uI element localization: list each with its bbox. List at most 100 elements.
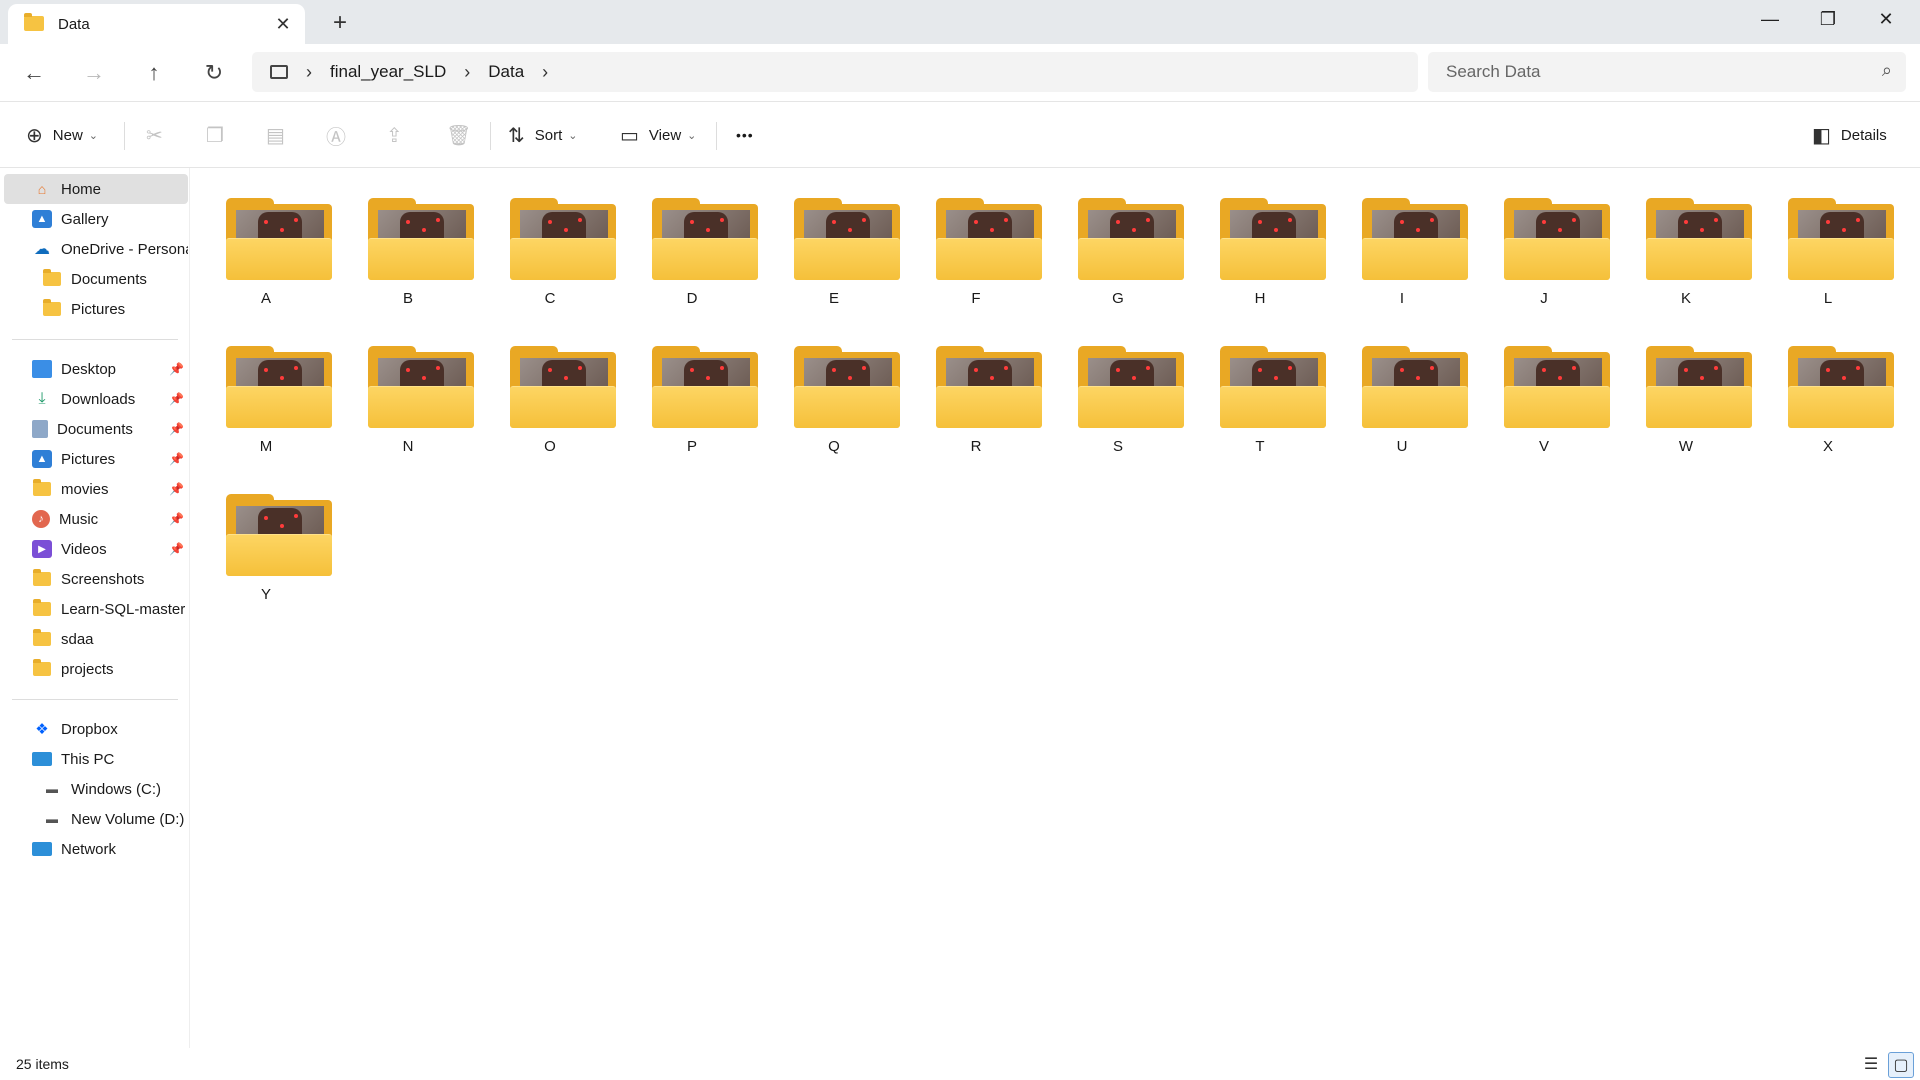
folder-item[interactable]: H bbox=[1190, 170, 1330, 310]
close-tab-icon[interactable]: ✕ bbox=[271, 12, 295, 36]
restore-button[interactable]: ❐ bbox=[1800, 0, 1856, 40]
folder-item[interactable]: D bbox=[622, 170, 762, 310]
rename-button[interactable]: Ⓐ bbox=[326, 118, 356, 152]
sidebar-item-drive-d[interactable]: ▬ New Volume (D:) bbox=[4, 804, 188, 834]
sidebar-item-onedrive[interactable]: ☁ OneDrive - Personal bbox=[4, 234, 188, 264]
folder-icon bbox=[32, 569, 52, 588]
sidebar-label: Desktop bbox=[61, 360, 117, 378]
sidebar-item-desktop[interactable]: Desktop 📌 bbox=[4, 354, 188, 384]
delete-button[interactable]: 🗑 bbox=[446, 118, 481, 152]
sidebar-item-learn-sql-master[interactable]: Learn-SQL-master bbox=[4, 594, 188, 624]
folder-item[interactable]: K bbox=[1616, 170, 1756, 310]
folder-item[interactable]: L bbox=[1758, 170, 1898, 310]
sidebar-item-movies[interactable]: movies 📌 bbox=[4, 474, 188, 504]
paste-button[interactable]: ▤ bbox=[266, 118, 295, 152]
breadcrumb-data[interactable]: Data bbox=[488, 62, 524, 82]
new-tab-button[interactable]: + bbox=[326, 10, 354, 38]
sidebar-item-network[interactable]: Network bbox=[4, 834, 188, 864]
trash-icon: 🗑 bbox=[446, 124, 472, 147]
folder-item[interactable]: F bbox=[906, 170, 1046, 310]
tab-title: Data bbox=[58, 15, 90, 33]
up-button[interactable]: ↑ bbox=[136, 56, 172, 90]
breadcrumb-final-year-sld[interactable]: final_year_SLD bbox=[330, 62, 446, 82]
folder-item[interactable]: Q bbox=[764, 318, 904, 458]
pin-icon[interactable]: 📌 bbox=[169, 482, 184, 496]
folder-item[interactable]: M bbox=[196, 318, 336, 458]
sidebar-item-sdaa[interactable]: sdaa bbox=[4, 624, 188, 654]
sidebar-item-documents[interactable]: Documents 📌 bbox=[4, 414, 188, 444]
sidebar-item-od-pictures[interactable]: Pictures bbox=[4, 294, 188, 324]
sidebar-item-home[interactable]: ⌂ Home bbox=[4, 174, 188, 204]
folder-item[interactable]: V bbox=[1474, 318, 1614, 458]
share-button[interactable]: ⇪ bbox=[386, 118, 413, 152]
sidebar-item-this-pc[interactable]: This PC bbox=[4, 744, 188, 774]
minimize-button[interactable]: — bbox=[1742, 0, 1798, 40]
folder-item[interactable]: I bbox=[1332, 170, 1472, 310]
folder-item[interactable]: S bbox=[1048, 318, 1188, 458]
pin-icon[interactable]: 📌 bbox=[169, 422, 184, 436]
cut-button[interactable]: ✂ bbox=[146, 118, 173, 152]
folder-icon bbox=[32, 629, 52, 648]
folder-item[interactable]: T bbox=[1190, 318, 1330, 458]
folder-icon bbox=[1504, 346, 1610, 428]
new-button[interactable]: ⊕ New ⌄ bbox=[26, 118, 98, 152]
folder-item[interactable]: A bbox=[196, 170, 336, 310]
details-button[interactable]: ◧ Details bbox=[1812, 118, 1887, 152]
folder-item[interactable]: U bbox=[1332, 318, 1472, 458]
sidebar-item-videos[interactable]: ▶ Videos 📌 bbox=[4, 534, 188, 564]
folder-item[interactable]: R bbox=[906, 318, 1046, 458]
folder-item[interactable]: W bbox=[1616, 318, 1756, 458]
pin-icon[interactable]: 📌 bbox=[169, 512, 184, 526]
search-placeholder: Search Data bbox=[1446, 62, 1541, 81]
folder-item[interactable]: E bbox=[764, 170, 904, 310]
sidebar-item-dropbox[interactable]: ❖ Dropbox bbox=[4, 714, 188, 744]
folder-item[interactable]: B bbox=[338, 170, 478, 310]
forward-button[interactable]: → bbox=[76, 56, 112, 90]
close-window-button[interactable]: ✕ bbox=[1858, 0, 1914, 40]
search-icon[interactable]: ⌕ bbox=[1882, 60, 1892, 81]
sidebar-item-screenshots[interactable]: Screenshots bbox=[4, 564, 188, 594]
folder-item[interactable]: G bbox=[1048, 170, 1188, 310]
pin-icon[interactable]: 📌 bbox=[169, 452, 184, 466]
sidebar-item-downloads[interactable]: ⤓ Downloads 📌 bbox=[4, 384, 188, 414]
copy-button[interactable]: ❐ bbox=[206, 118, 234, 152]
folder-item[interactable]: X bbox=[1758, 318, 1898, 458]
navigation-pane: ⌂ Home ▲ Gallery ☁ OneDrive - Personal D… bbox=[0, 168, 190, 1048]
pc-icon[interactable] bbox=[270, 65, 288, 79]
back-button[interactable]: ← bbox=[16, 56, 52, 90]
pin-icon[interactable]: 📌 bbox=[169, 542, 184, 556]
more-options-button[interactable]: ••• bbox=[736, 118, 754, 152]
large-icons-view-button[interactable]: ▢ bbox=[1888, 1052, 1914, 1078]
pin-icon[interactable]: 📌 bbox=[169, 392, 184, 406]
folder-label: J bbox=[1540, 290, 1548, 307]
sidebar-label: Gallery bbox=[61, 210, 109, 228]
address-bar[interactable]: › final_year_SLD › Data › bbox=[252, 52, 1418, 92]
details-view-button[interactable]: ☰ bbox=[1858, 1052, 1884, 1078]
folder-item[interactable]: P bbox=[622, 318, 762, 458]
sidebar-item-od-documents[interactable]: Documents bbox=[4, 264, 188, 294]
sidebar-item-pictures[interactable]: ▲ Pictures 📌 bbox=[4, 444, 188, 474]
tab-data[interactable]: Data ✕ bbox=[8, 4, 305, 44]
search-input[interactable]: Search Data ⌕ bbox=[1428, 52, 1906, 92]
sidebar-item-drive-c[interactable]: ▬ Windows (C:) bbox=[4, 774, 188, 804]
sidebar-label: Windows (C:) bbox=[71, 780, 162, 798]
folder-item[interactable]: C bbox=[480, 170, 620, 310]
sort-button[interactable]: ⇅ Sort ⌄ bbox=[508, 118, 578, 152]
sidebar-item-gallery[interactable]: ▲ Gallery bbox=[4, 204, 188, 234]
refresh-button[interactable]: ↻ bbox=[196, 56, 232, 90]
folder-item[interactable]: O bbox=[480, 318, 620, 458]
pin-icon[interactable]: 📌 bbox=[169, 362, 184, 376]
sidebar-label: New Volume (D:) bbox=[71, 810, 185, 828]
folder-item[interactable]: N bbox=[338, 318, 478, 458]
divider bbox=[490, 122, 491, 150]
breadcrumb-separator[interactable]: › bbox=[542, 62, 548, 83]
sidebar-item-projects[interactable]: projects bbox=[4, 654, 188, 684]
folder-icon bbox=[32, 659, 52, 678]
folder-item[interactable]: Y bbox=[196, 466, 336, 606]
breadcrumb-separator[interactable]: › bbox=[306, 62, 312, 83]
breadcrumb-separator[interactable]: › bbox=[464, 62, 470, 83]
folder-item[interactable]: J bbox=[1474, 170, 1614, 310]
view-button[interactable]: ▭ View ⌄ bbox=[620, 118, 696, 152]
divider bbox=[12, 699, 178, 700]
sidebar-item-music[interactable]: ♪ Music 📌 bbox=[4, 504, 188, 534]
